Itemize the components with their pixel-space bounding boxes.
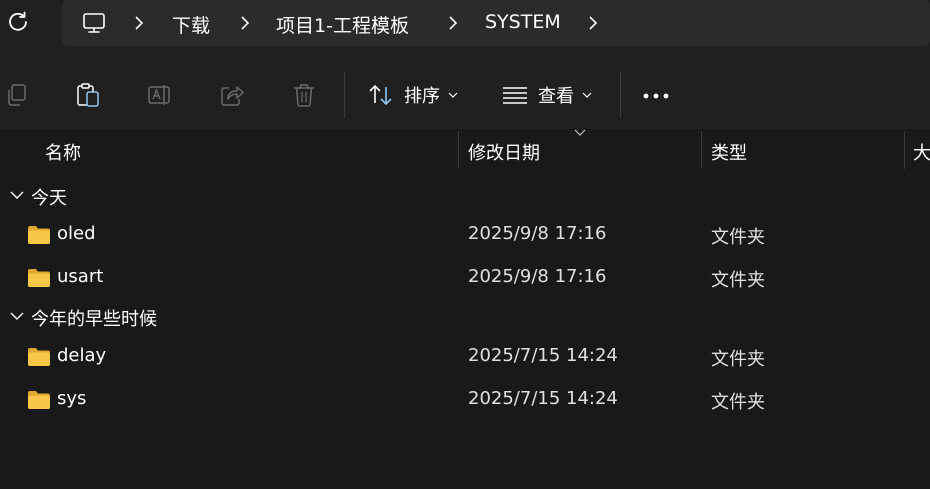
breadcrumb-item-downloads[interactable]: 下载 (172, 11, 210, 38)
column-header-type[interactable]: 类型 (711, 139, 747, 165)
file-name: delay (57, 345, 107, 366)
command-bar: 排序 查看 (0, 58, 930, 129)
file-name: oled (57, 223, 96, 244)
breadcrumb-item-project[interactable]: 项目1-工程模板 (276, 11, 409, 38)
column-header-modified[interactable]: 修改日期 (468, 139, 540, 165)
chevron-right-icon[interactable] (448, 16, 458, 30)
folder-icon (28, 348, 50, 366)
group-header-today[interactable]: 今天 (0, 176, 930, 214)
sort-button[interactable]: 排序 (368, 80, 458, 110)
copy-icon[interactable] (4, 82, 30, 108)
file-name: sys (57, 388, 87, 409)
chevron-right-icon[interactable] (588, 16, 598, 30)
column-divider[interactable] (701, 131, 702, 169)
file-type: 文件夹 (711, 270, 765, 291)
view-button[interactable]: 查看 (502, 80, 592, 110)
file-row[interactable]: oled 2025/9/8 17:16 文件夹 (0, 214, 930, 256)
file-type: 文件夹 (711, 392, 765, 413)
view-list-icon (503, 87, 527, 104)
group-label: 今年的早些时候 (31, 309, 157, 330)
breadcrumb-item-system[interactable]: SYSTEM (485, 11, 561, 33)
address-bar-area: 下载 项目1-工程模板 SYSTEM (0, 0, 930, 58)
file-type: 文件夹 (711, 349, 765, 370)
folder-icon (28, 391, 50, 409)
chevron-down-icon (10, 191, 24, 199)
delete-icon[interactable] (291, 82, 317, 108)
file-row[interactable]: delay 2025/7/15 14:24 文件夹 (0, 336, 930, 378)
toolbar-divider (344, 72, 345, 118)
chevron-down-icon (10, 312, 24, 320)
view-label: 查看 (538, 86, 574, 107)
chevron-down-icon (448, 92, 458, 98)
column-header-row: 名称 修改日期 类型 大 (0, 129, 930, 170)
paste-icon[interactable] (75, 82, 101, 108)
column-divider[interactable] (458, 131, 459, 169)
file-row[interactable]: usart 2025/9/8 17:16 文件夹 (0, 257, 930, 299)
file-modified: 2025/9/8 17:16 (468, 266, 607, 287)
file-modified: 2025/9/8 17:16 (468, 223, 607, 244)
rename-icon[interactable] (147, 82, 173, 108)
file-modified: 2025/7/15 14:24 (468, 345, 618, 366)
column-header-name[interactable]: 名称 (45, 139, 81, 165)
sort-descending-icon (574, 129, 586, 136)
share-icon[interactable] (219, 82, 245, 108)
folder-icon (28, 269, 50, 287)
group-label: 今天 (31, 188, 67, 209)
group-header-earlier-this-year[interactable]: 今年的早些时候 (0, 297, 930, 335)
more-options-icon[interactable] (642, 92, 670, 100)
file-row[interactable]: sys 2025/7/15 14:24 文件夹 (0, 379, 930, 421)
column-divider[interactable] (904, 131, 905, 169)
chevron-right-icon[interactable] (134, 16, 144, 30)
sort-label: 排序 (404, 86, 440, 107)
file-type: 文件夹 (711, 227, 765, 248)
column-header-size[interactable]: 大 (913, 139, 930, 165)
sort-icon (369, 84, 392, 106)
chevron-down-icon (582, 92, 592, 98)
file-name: usart (57, 266, 104, 287)
chevron-right-icon[interactable] (240, 16, 250, 30)
folder-icon (28, 226, 50, 244)
breadcrumb[interactable]: 下载 项目1-工程模板 SYSTEM (62, 0, 930, 46)
toolbar-divider (620, 72, 621, 118)
file-modified: 2025/7/15 14:24 (468, 388, 618, 409)
this-pc-icon[interactable] (82, 12, 106, 34)
refresh-icon[interactable] (6, 10, 30, 34)
